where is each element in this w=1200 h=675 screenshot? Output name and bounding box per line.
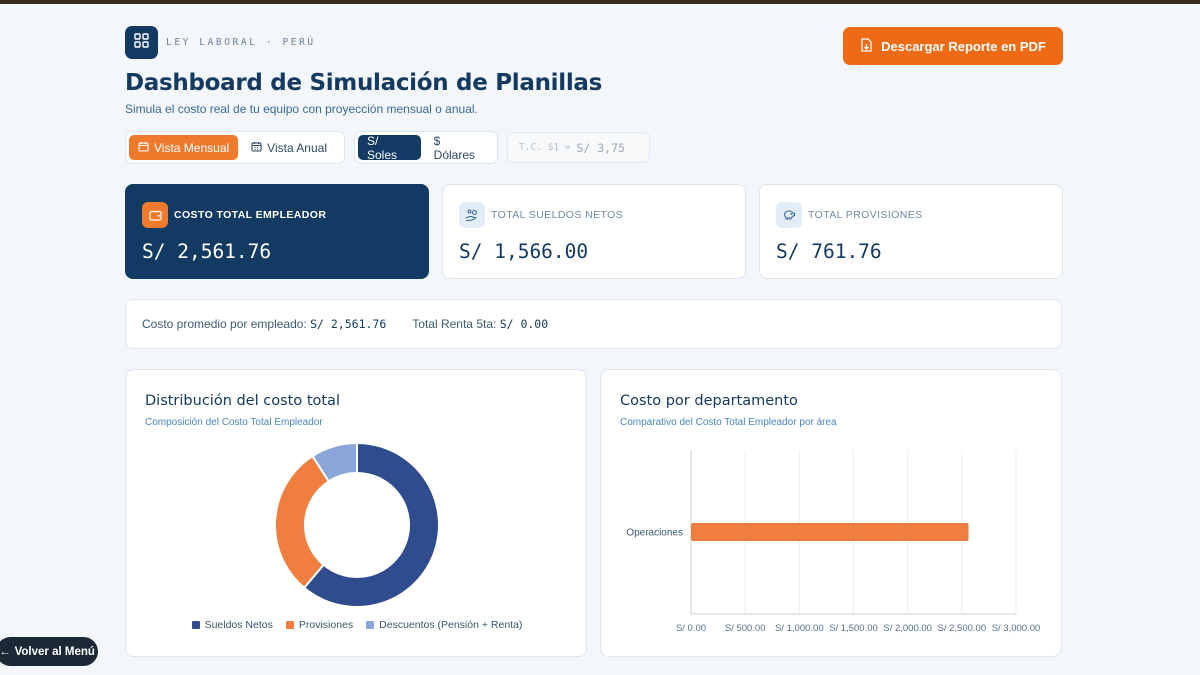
x-tick-label: S/ 2,000.00 xyxy=(883,623,932,634)
legend-swatch xyxy=(366,621,375,629)
summary-bar: Costo promedio por empleado: S/ 2,561.76… xyxy=(125,299,1062,349)
y-category-label: Operaciones xyxy=(626,528,683,539)
x-tick-label: S/ 500.00 xyxy=(725,623,766,634)
download-pdf-label: Descargar Reporte en PDF xyxy=(881,38,1046,54)
back-to-menu-button[interactable]: ← Volver al Menú xyxy=(0,637,98,666)
donut-chart xyxy=(274,441,440,608)
legend-item: Sueldos Netos xyxy=(191,619,273,631)
x-tick-label: S/ 3,000.00 xyxy=(992,623,1041,634)
brand-label: LEY LABORAL · PERÚ xyxy=(166,37,316,48)
tab-vista-anual[interactable]: Vista Anual xyxy=(242,135,336,160)
wallet-icon xyxy=(142,202,168,228)
exchange-rate-label: T.C. $1 = xyxy=(519,142,571,153)
kpi-label: TOTAL SUELDOS NETOS xyxy=(491,209,624,221)
calendar-grid-icon xyxy=(251,141,262,155)
page-title: Dashboard de Simulación de Planillas xyxy=(125,70,603,96)
kpi-label: TOTAL PROVISIONES xyxy=(808,209,923,221)
tab-vista-mensual[interactable]: Vista Mensual xyxy=(129,135,239,160)
calendar-icon xyxy=(138,141,149,155)
x-tick-label: S/ 1,000.00 xyxy=(775,623,824,634)
kpi-value: S/ 2,561.76 xyxy=(142,240,272,263)
x-tick-label: S/ 2,500.00 xyxy=(938,623,987,634)
renta-label: Total Renta 5ta: xyxy=(412,317,497,331)
currency-soles-button[interactable]: S/ Soles xyxy=(358,134,421,162)
renta-summary: Total Renta 5ta: S/ 0.00 xyxy=(412,317,548,331)
department-bar-chart: S/ 0.00 S/ 500.00 S/ 1,000.00 S/ 1,500.00 S/… xyxy=(626,450,1041,634)
renta-value: S/ 0.00 xyxy=(499,317,549,331)
donut-legend: Sueldos Netos Provisiones Descuentos (Pens… xyxy=(126,619,588,631)
donut-slice-1 xyxy=(274,454,331,590)
tab-vista-mensual-label: Vista Mensual xyxy=(154,140,230,155)
currency-dolares-button[interactable]: $ Dólares xyxy=(425,134,494,162)
x-tick-label: S/ 0.00 xyxy=(676,623,706,634)
legend-label: Descuentos (Pensión + Renta) xyxy=(379,619,523,631)
view-toggle: Vista Mensual Vista Anual xyxy=(125,131,345,164)
legend-swatch xyxy=(285,621,294,629)
back-to-menu-label: Volver al Menú xyxy=(14,645,95,658)
currency-toggle: S/ Soles $ Dólares xyxy=(354,131,498,164)
avg-cost-value: S/ 2,561.76 xyxy=(310,317,387,331)
tab-vista-anual-label: Vista Anual xyxy=(267,140,327,155)
avg-cost-summary: Costo promedio por empleado: S/ 2,561.76 xyxy=(142,317,386,331)
piggy-bank-icon xyxy=(776,202,802,228)
legend-label: Sueldos Netos xyxy=(204,619,273,631)
exchange-rate-field: T.C. $1 = xyxy=(507,132,650,163)
avg-cost-label: Costo promedio por empleado: xyxy=(142,317,307,331)
top-border xyxy=(0,0,1200,4)
legend-swatch xyxy=(191,621,200,629)
kpi-provisiones: TOTAL PROVISIONES S/ 761.76 xyxy=(759,184,1063,279)
legend-item: Provisiones xyxy=(285,619,354,631)
page-subtitle: Simula el costo real de tu equipo con pr… xyxy=(125,102,478,116)
hand-coins-icon xyxy=(459,202,485,228)
x-tick-label: S/ 1,500.00 xyxy=(829,623,878,634)
arrow-left-icon: ← xyxy=(0,645,11,658)
kpi-costo-total: COSTO TOTAL EMPLEADOR S/ 2,561.76 xyxy=(125,184,429,279)
department-panel: Costo por departamento Comparativo del C… xyxy=(600,369,1062,657)
download-pdf-button[interactable]: Descargar Reporte en PDF xyxy=(843,27,1063,65)
exchange-rate-input[interactable] xyxy=(576,140,647,155)
grid-icon xyxy=(134,32,149,53)
kpi-value: S/ 1,566.00 xyxy=(459,240,589,263)
kpi-sueldos-netos: TOTAL SUELDOS NETOS S/ 1,566.00 xyxy=(442,184,746,279)
distribution-panel: Distribución del costo total Composición… xyxy=(125,369,587,657)
kpi-label: COSTO TOTAL EMPLEADOR xyxy=(174,209,327,221)
file-download-icon xyxy=(860,37,873,55)
kpi-value: S/ 761.76 xyxy=(776,240,882,263)
legend-label: Provisiones xyxy=(298,619,354,631)
legend-item: Descuentos (Pensión + Renta) xyxy=(366,619,522,631)
app-logo xyxy=(125,26,158,59)
bar-operaciones xyxy=(691,523,969,541)
